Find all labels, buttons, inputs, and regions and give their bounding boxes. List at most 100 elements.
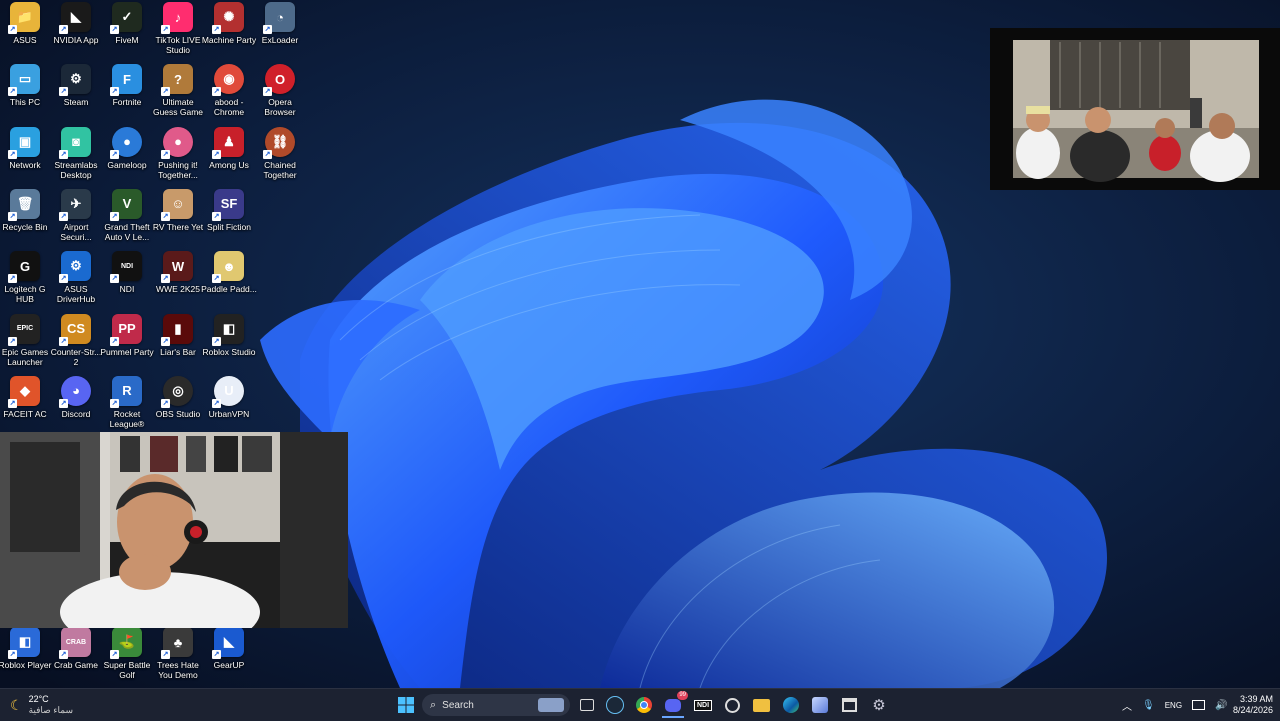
shortcut-arrow-icon: ↗ <box>59 149 68 159</box>
desktop-icon-fortnite[interactable]: F ↗ Fortnite <box>102 64 152 107</box>
desktop-icon-network[interactable]: ▣ ↗ Network <box>0 126 50 170</box>
desktop-icon-logitech-g-hub[interactable]: G ↗ Logitech G HUB <box>0 251 50 304</box>
rv-there-yet-icon: ☺ ↗ <box>161 188 193 221</box>
chrome-icon <box>636 697 652 713</box>
wwe-2k25-icon: W ↗ <box>161 251 193 284</box>
desktop-icon-label: ASUS DriverHub <box>56 284 96 305</box>
search-box[interactable]: ⌕ Search <box>422 694 570 716</box>
volume-icon[interactable]: 🔊 <box>1215 700 1227 711</box>
shortcut-arrow-icon: ↗ <box>161 87 170 97</box>
abood-chrome-icon: ◉ ↗ <box>212 64 244 97</box>
desktop-icon-opera-browser[interactable]: O ↗ Opera Browser <box>255 64 305 117</box>
desktop-icon-obs-studio[interactable]: ◎ ↗ OBS Studio <box>153 375 203 419</box>
desktop-icon-tiktok-live-studio[interactable]: ♪ ↗ TikTok LIVE Studio <box>153 2 203 55</box>
desktop-icon-label: Fortnite <box>112 97 142 108</box>
desktop-icon-split-fiction[interactable]: SF ↗ Split Fiction <box>204 188 254 232</box>
machine-party-icon: ✺ ↗ <box>212 2 244 34</box>
desktop-icon-abood-chrome[interactable]: ◉ ↗ abood - Chrome <box>204 64 254 117</box>
shortcut-arrow-icon: ↗ <box>110 25 119 34</box>
among-us-icon: ♟ ↗ <box>212 126 244 159</box>
desktop-icon-gearup[interactable]: ◣ ↗ GearUP <box>204 627 254 670</box>
logitech-g-hub-icon: G ↗ <box>8 251 40 284</box>
language-indicator[interactable]: ENG <box>1165 701 1182 710</box>
desktop-icon-counter-str-2[interactable]: CS ↗ Counter-Str... 2 <box>51 313 101 367</box>
desktop-icon-ndi[interactable]: NDI ↗ NDI <box>102 251 152 294</box>
desktop-icon-chained-together[interactable]: ⛓ ↗ Chained Together <box>255 126 305 180</box>
desktop-icon-super-battle-golf[interactable]: ⛳ ↗ Super Battle Golf <box>102 627 152 680</box>
desktop-icon-wwe-2k25[interactable]: W ↗ WWE 2K25 <box>153 251 203 294</box>
taskbar-ndi[interactable]: NDI <box>692 694 714 716</box>
microphone-icon[interactable]: 🎙 <box>1142 700 1155 711</box>
this-pc-icon: ▭ ↗ <box>8 64 40 97</box>
counter-str-2-icon: CS ↗ <box>59 313 91 346</box>
nvidia-app-icon: ◣ ↗ <box>59 2 91 34</box>
desktop-icon-label: Machine Party <box>201 35 257 45</box>
desktop-icon-grand-theft-auto-v-le[interactable]: V ↗ Grand Theft Auto V Le... <box>102 188 152 242</box>
taskview-button[interactable] <box>576 694 598 716</box>
opera-browser-icon: O ↗ <box>263 64 295 97</box>
desktop-icon-pummel-party[interactable]: PP ↗ Pummel Party <box>100 313 154 357</box>
desktop-icon-asus-driverhub[interactable]: ⚙ ↗ ASUS DriverHub <box>51 251 101 304</box>
desktop-icon-urbanvpn[interactable]: U ↗ UrbanVPN <box>204 375 254 419</box>
shortcut-arrow-icon: ↗ <box>161 25 170 34</box>
desktop-icon-paddle-padd[interactable]: ☻ ↗ Paddle Padd... <box>201 251 257 294</box>
gameloop-icon: ● ↗ <box>110 126 142 159</box>
desktop-icon-streamlabs-desktop[interactable]: ◙ ↗ Streamlabs Desktop <box>51 126 101 180</box>
shortcut-arrow-icon: ↗ <box>161 398 170 408</box>
desktop-icon-exloader[interactable]: ◔ ↗ ExLoader <box>255 2 305 45</box>
recycle-bin-icon: 🗑 ↗ <box>8 188 40 221</box>
desktop-icon-trees-hate-you-demo[interactable]: ♣ ↗ Trees Hate You Demo <box>153 627 203 680</box>
desktop-icon-fivem[interactable]: ✓ ↗ FiveM <box>102 2 152 45</box>
desktop-icon-airport-securi[interactable]: ✈ ↗ Airport Securi... <box>51 188 101 242</box>
desktop-icon-liar-s-bar[interactable]: ▮ ↗ Liar's Bar <box>153 313 203 357</box>
shortcut-arrow-icon: ↗ <box>110 87 119 97</box>
desktop-icon-label: Liar's Bar <box>160 346 196 357</box>
taskbar-steam[interactable] <box>604 694 626 716</box>
fivem-icon: ✓ ↗ <box>110 2 142 34</box>
taskbar-microsoft-app[interactable] <box>809 694 831 716</box>
desktop-icon-machine-party[interactable]: ✺ ↗ Machine Party <box>201 2 257 45</box>
taskbar-settings[interactable]: ⚙ <box>868 694 890 716</box>
chevron-up-icon[interactable]: ︿ <box>1122 698 1132 713</box>
display-icon[interactable] <box>1192 700 1206 710</box>
gearup-icon: ◣ ↗ <box>212 627 244 659</box>
desktop-icon-asus[interactable]: 📁 ↗ ASUS <box>0 2 50 45</box>
taskbar-file-explorer[interactable] <box>750 694 772 716</box>
desktop-icon-faceit-ac[interactable]: ◆ ↗ FACEIT AC <box>0 375 50 419</box>
taskbar-edge[interactable] <box>780 694 802 716</box>
clock[interactable]: 3:39 AM 8/24/2026 <box>1228 689 1273 721</box>
taskbar-obs[interactable] <box>721 694 743 716</box>
desktop-icon-ultimate-guess-game[interactable]: ? ↗ Ultimate Guess Game <box>153 64 203 117</box>
desktop-icon-rocket-league[interactable]: R ↗ Rocket League® <box>102 375 152 429</box>
desktop-icon-steam[interactable]: ⚙ ↗ Steam <box>51 64 101 107</box>
desktop-icon-pushing-it-together[interactable]: ● ↗ Pushing it! Together... <box>153 126 203 180</box>
shortcut-arrow-icon: ↗ <box>8 398 17 408</box>
desktop-icon-gameloop[interactable]: ● ↗ Gameloop <box>102 126 152 170</box>
shortcut-arrow-icon: ↗ <box>110 650 119 659</box>
start-button[interactable] <box>395 694 417 716</box>
desktop-icon-this-pc[interactable]: ▭ ↗ This PC <box>0 64 50 107</box>
desktop-icon-among-us[interactable]: ♟ ↗ Among Us <box>204 126 254 170</box>
desktop-icon-roblox-studio[interactable]: ◧ ↗ Roblox Studio <box>203 313 255 357</box>
desktop-icon-discord[interactable]: ◕ ↗ Discord <box>51 375 101 419</box>
desktop-icon-roblox-player[interactable]: ◧ ↗ Roblox Player <box>0 627 51 670</box>
paddle-padd-icon: ☻ ↗ <box>212 251 244 284</box>
desktop-icon-recycle-bin[interactable]: 🗑 ↗ Recycle Bin <box>0 188 50 232</box>
weather-widget[interactable]: ☾ 22°C سماء صافية <box>10 689 73 721</box>
webcam-overlay-group <box>990 28 1280 190</box>
shortcut-arrow-icon: ↗ <box>59 336 68 346</box>
taskbar-chrome[interactable] <box>633 694 655 716</box>
desktop-icon-nvidia-app[interactable]: ◣ ↗ NVIDIA App <box>51 2 101 45</box>
split-fiction-icon: SF ↗ <box>212 188 244 221</box>
taskbar-discord[interactable]: 99 <box>662 691 688 718</box>
shortcut-arrow-icon: ↗ <box>161 650 170 659</box>
app-icon <box>812 697 828 713</box>
shortcut-arrow-icon: ↗ <box>161 211 170 221</box>
desktop-icon-rv-there-yet[interactable]: ☺ ↗ RV There Yet <box>153 188 203 232</box>
desktop-icon-crab-game[interactable]: CRAB ↗ Crab Game <box>51 627 101 670</box>
shortcut-arrow-icon: ↗ <box>110 211 119 221</box>
taskbar-store[interactable] <box>838 694 860 716</box>
shortcut-arrow-icon: ↗ <box>212 25 221 34</box>
shortcut-arrow-icon: ↗ <box>8 336 17 346</box>
desktop-icon-epic-games-launcher[interactable]: EPIC ↗ Epic Games Launcher <box>0 313 50 367</box>
